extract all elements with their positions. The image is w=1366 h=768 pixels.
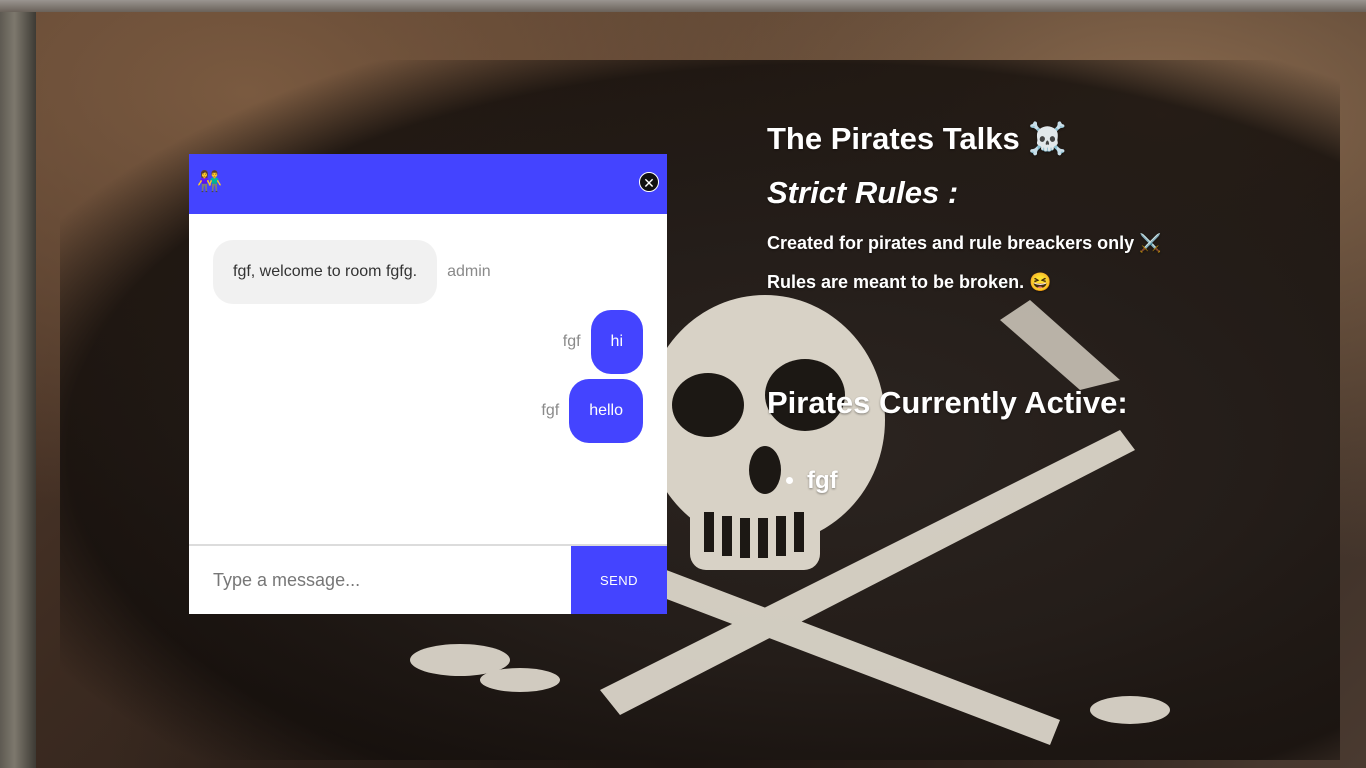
send-button[interactable]: SEND xyxy=(571,546,667,614)
message-list[interactable]: fgf, welcome to room fgfg. admin fgf hi … xyxy=(189,214,667,544)
message-row: fgf hello xyxy=(541,379,643,443)
message-bubble: fgf, welcome to room fgfg. xyxy=(213,240,438,304)
message-input[interactable] xyxy=(189,546,571,614)
close-button[interactable]: ✕ xyxy=(639,172,659,192)
info-panel: The Pirates Talks ☠️ Strict Rules : Crea… xyxy=(767,120,1327,495)
page-title: The Pirates Talks ☠️ xyxy=(767,121,1067,156)
message-bubble: hello xyxy=(569,379,643,443)
message-bubble: hi xyxy=(590,310,643,374)
message-sender: fgf xyxy=(562,333,581,350)
rules-heading: Strict Rules : xyxy=(767,175,959,210)
chat-window: 👫 ✕ fgf, welcome to room fgfg. admin fgf… xyxy=(189,154,667,614)
message-sender: fgf xyxy=(541,402,560,419)
active-user-item: fgf xyxy=(807,467,1327,495)
message-composer: SEND xyxy=(189,544,667,614)
rule-text: Rules are meant to be broken. 😆 xyxy=(767,272,1052,292)
active-users-list: fgf xyxy=(767,467,1327,495)
chat-header: 👫 ✕ xyxy=(189,154,667,214)
message-row: fgf, welcome to room fgfg. admin xyxy=(213,240,491,304)
message-sender: admin xyxy=(447,263,491,280)
active-users-heading: Pirates Currently Active: xyxy=(767,385,1128,420)
message-row: fgf hi xyxy=(563,310,643,374)
rule-text: Created for pirates and rule breackers o… xyxy=(767,233,1162,253)
users-icon: 👫 xyxy=(197,171,222,193)
